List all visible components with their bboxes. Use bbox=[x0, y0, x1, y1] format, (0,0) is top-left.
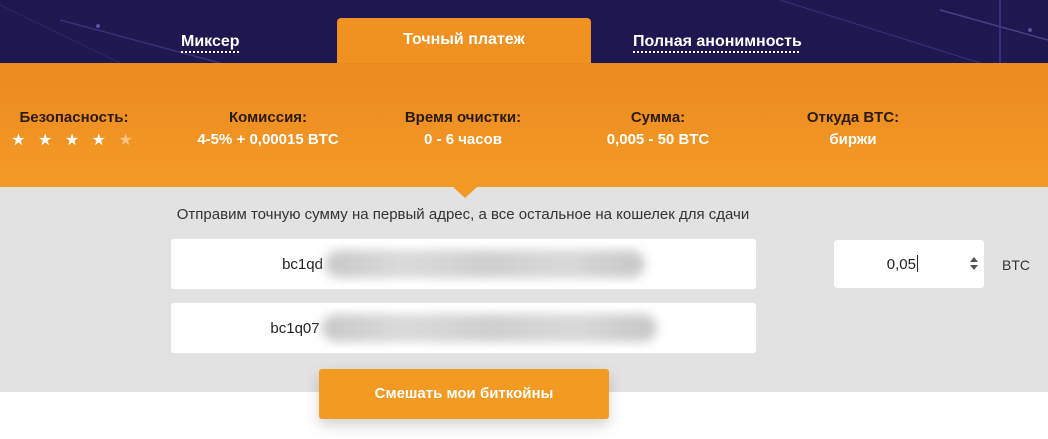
commission-info: Комиссия: 4-5% + 0,00015 BTC bbox=[168, 109, 368, 148]
commission-value: 4-5% + 0,00015 BTC bbox=[197, 131, 339, 148]
security-label: Безопасность: bbox=[19, 109, 129, 126]
payment-form: Отправим точную сумму на первый адрес, а… bbox=[0, 187, 1048, 392]
address-1-redaction bbox=[324, 250, 645, 278]
address-field-2[interactable]: bc1q07 bbox=[171, 303, 756, 353]
clean-time-label: Время очистки: bbox=[404, 109, 522, 126]
stepper-down-icon[interactable] bbox=[970, 265, 978, 270]
commission-label: Комиссия: bbox=[228, 109, 308, 126]
star-icons-filled: ★ ★ ★ ★ bbox=[11, 132, 110, 149]
tab-exact-payment[interactable]: Точный платеж bbox=[337, 18, 591, 63]
amount-label: Сумма: bbox=[630, 109, 686, 126]
source-info: Откуда BTC: биржи bbox=[773, 109, 933, 148]
tab-mixer[interactable]: Миксер bbox=[181, 33, 240, 51]
security-info: Безопасность: ★ ★ ★ ★ ★ bbox=[0, 109, 148, 150]
mixer-page: Миксер Точный платеж Полная анонимность … bbox=[0, 0, 1048, 439]
star-icon-empty: ★ bbox=[118, 132, 137, 149]
amount-input[interactable]: 0,05 bbox=[834, 240, 984, 288]
clean-time-value: 0 - 6 часов bbox=[424, 131, 502, 148]
tab-full-anonymity[interactable]: Полная анонимность bbox=[633, 33, 802, 51]
address-2-text: bc1q07 bbox=[270, 319, 320, 337]
amount-input-value: 0,05 bbox=[887, 255, 918, 273]
tabs-header: Миксер Точный платеж Полная анонимность bbox=[0, 0, 1048, 63]
security-rating: ★ ★ ★ ★ ★ bbox=[0, 130, 148, 150]
address-field-1[interactable]: bc1qd bbox=[171, 239, 756, 289]
source-label: Откуда BTC: bbox=[806, 109, 900, 126]
form-title: Отправим точную сумму на первый адрес, а… bbox=[176, 206, 750, 223]
address-1-text: bc1qd bbox=[282, 255, 323, 273]
mix-coins-button[interactable]: Смешать мои биткойны bbox=[319, 369, 609, 419]
info-band: Безопасность: ★ ★ ★ ★ ★ Комиссия: 4-5% +… bbox=[0, 63, 1048, 187]
clean-time-info: Время очистки: 0 - 6 часов bbox=[373, 109, 553, 148]
amount-info: Сумма: 0,005 - 50 BTC bbox=[568, 109, 748, 148]
stepper-up-icon[interactable] bbox=[970, 257, 978, 262]
amount-stepper[interactable] bbox=[970, 256, 978, 272]
address-2-redaction bbox=[321, 314, 657, 342]
amount-value-text: 0,05 bbox=[886, 256, 916, 273]
amount-unit: BTC bbox=[1002, 257, 1030, 273]
text-caret bbox=[917, 255, 918, 272]
amount-range-value: 0,005 - 50 BTC bbox=[606, 131, 710, 148]
source-value: биржи bbox=[829, 131, 877, 148]
active-tab-pointer bbox=[453, 187, 477, 198]
